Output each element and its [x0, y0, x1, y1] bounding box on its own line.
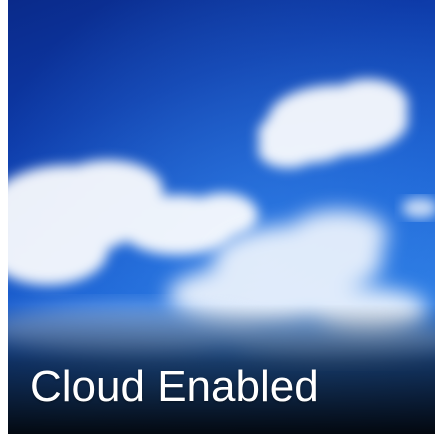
- tile-caption: Cloud Enabled: [30, 362, 319, 411]
- cloud-enabled-tile[interactable]: Cloud Enabled: [8, 0, 435, 434]
